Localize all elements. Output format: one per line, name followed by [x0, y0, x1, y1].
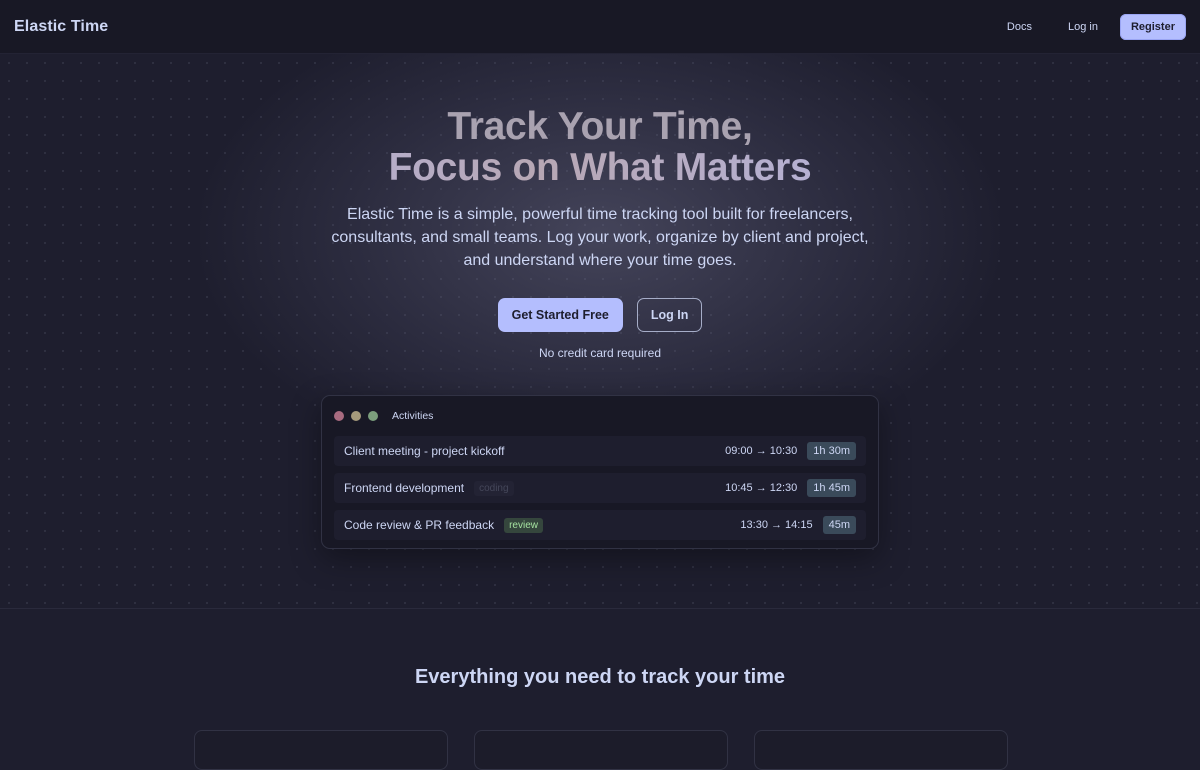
- activity-tag: review: [504, 517, 543, 533]
- hero-title-line-2: Focus on What Matters: [0, 147, 1200, 188]
- get-started-button[interactable]: Get Started Free: [497, 298, 623, 332]
- hero-content: Track Your Time, Focus on What Matters E…: [0, 54, 1200, 360]
- docs-link[interactable]: Docs: [993, 14, 1046, 40]
- preview-window-header: Activities: [322, 396, 878, 436]
- nav-actions: Docs Log in Register: [993, 13, 1186, 40]
- activity-duration-badge: 1h 45m: [807, 479, 856, 497]
- yellow-dot-icon: [351, 411, 361, 421]
- activity-row: Code review & PR feedback review 13:30 →…: [334, 510, 866, 540]
- feature-card: [474, 730, 728, 770]
- activity-name: Code review & PR feedback: [344, 518, 495, 532]
- green-dot-icon: [368, 411, 378, 421]
- features-title: Everything you need to track your time: [414, 666, 786, 688]
- features-section: Everything you need to track your time: [0, 608, 1200, 770]
- top-navbar: Elastic Time Docs Log in Register: [0, 0, 1200, 54]
- hero-login-button[interactable]: Log In: [636, 298, 703, 332]
- hero-title: Track Your Time, Focus on What Matters: [0, 106, 1200, 188]
- no-credit-card-note: No credit card required: [538, 346, 662, 360]
- hero-subtitle: Elastic Time is a simple, powerful time …: [331, 206, 869, 269]
- activity-time-range: 13:30 → 14:15: [740, 519, 813, 531]
- red-dot-icon: [334, 411, 344, 421]
- activity-row: Client meeting - project kickoff 09:00 →…: [334, 436, 866, 466]
- nav-login-link[interactable]: Log in: [1054, 14, 1112, 40]
- activity-row: Frontend development coding 10:45 → 12:3…: [334, 473, 866, 503]
- activity-time-range: 10:45 → 12:30: [725, 482, 798, 494]
- activity-duration-badge: 1h 30m: [807, 442, 856, 460]
- activity-duration-badge: 45m: [822, 516, 856, 534]
- feature-card: [754, 730, 1008, 770]
- activity-tag: coding: [474, 480, 514, 496]
- preview-title: Activities: [392, 410, 434, 422]
- hero-section: Track Your Time, Focus on What Matters E…: [0, 54, 1200, 608]
- feature-card: [194, 730, 448, 770]
- activity-time-range: 09:00 → 10:30: [725, 445, 798, 457]
- activities-preview-window: Activities Client meeting - project kick…: [321, 395, 879, 549]
- hero-cta-group: Get Started Free Log In: [0, 298, 1200, 332]
- activity-name: Frontend development: [344, 481, 465, 495]
- hero-title-line-1: Track Your Time,: [447, 105, 753, 148]
- nav-register-button[interactable]: Register: [1119, 13, 1186, 40]
- activity-name: Client meeting - project kickoff: [344, 444, 505, 458]
- brand-logo[interactable]: Elastic Time: [14, 18, 108, 36]
